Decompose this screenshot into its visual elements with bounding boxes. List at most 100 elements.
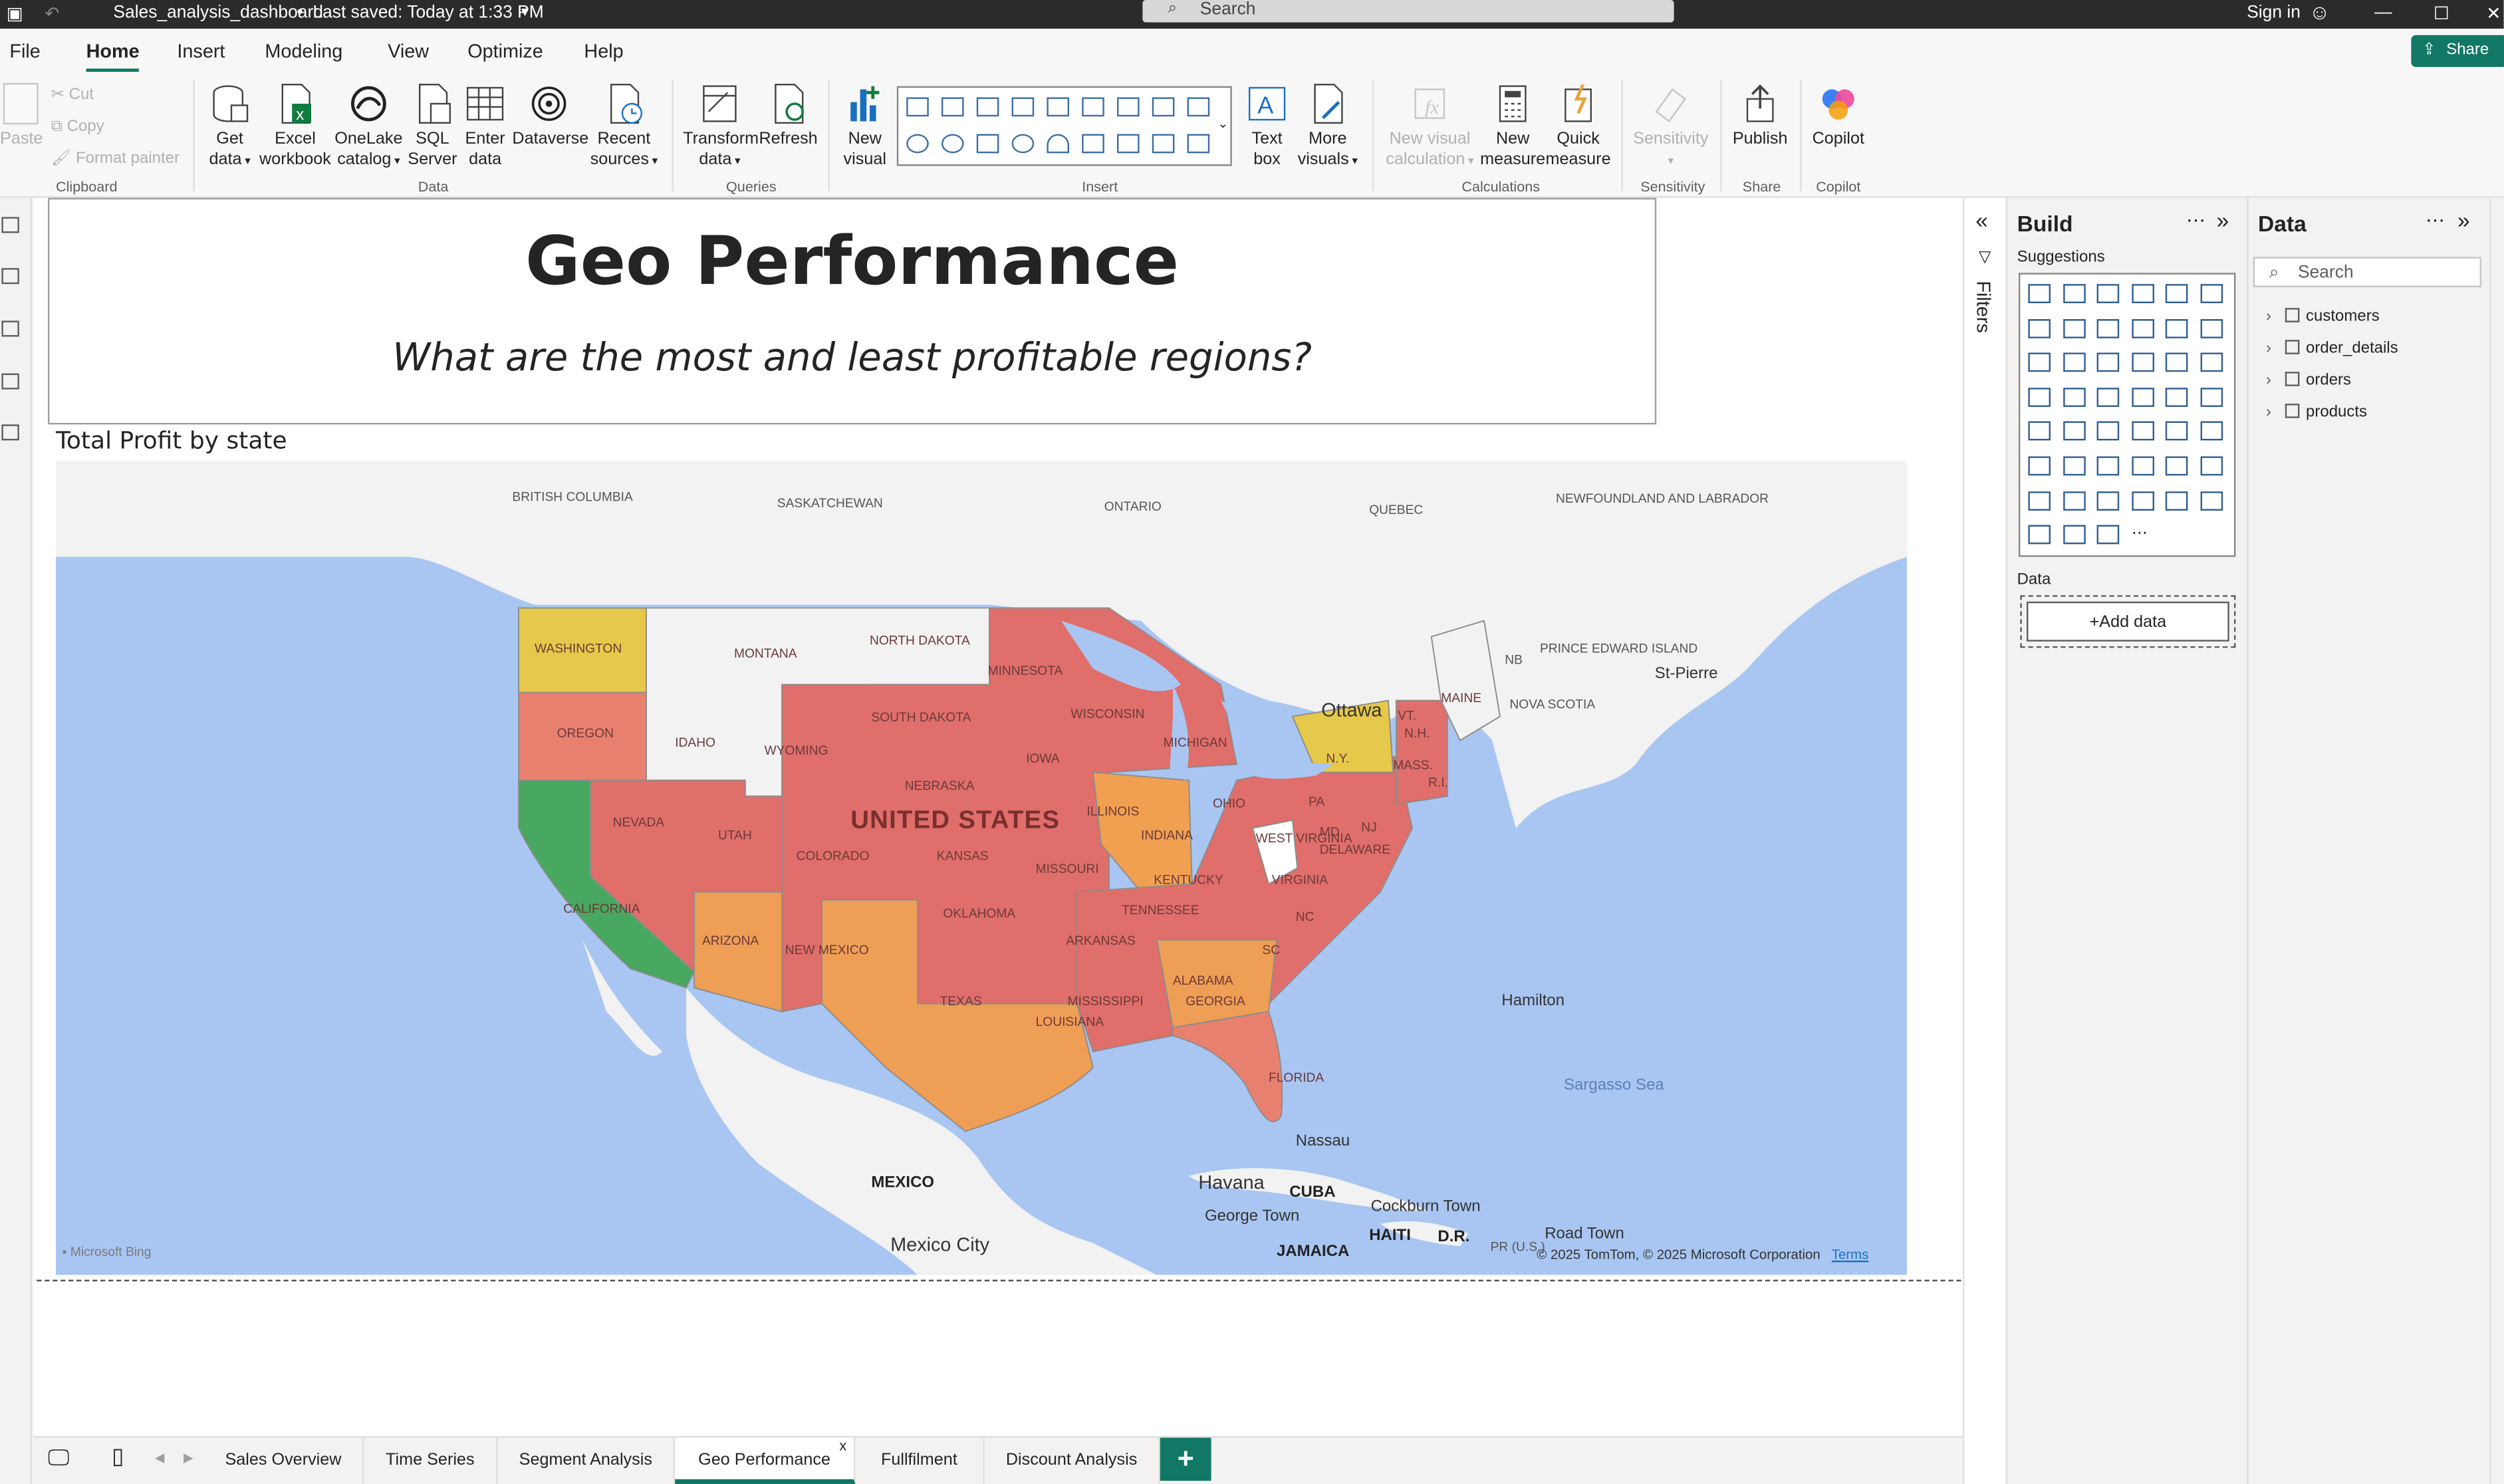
- visual-type-icon[interactable]: [2131, 387, 2154, 407]
- visual-type-icon[interactable]: [2200, 284, 2223, 304]
- visual-type-icon[interactable]: [2166, 318, 2189, 338]
- visual-type-icon[interactable]: [2097, 387, 2120, 407]
- visual-type-icon[interactable]: [2097, 491, 2120, 511]
- visual-type-icon[interactable]: [2200, 422, 2223, 441]
- sensitivity-button[interactable]: Sensitivity ▾: [1631, 83, 1711, 172]
- table-visual-icon[interactable]: [1152, 134, 1175, 154]
- visual-type-icon[interactable]: [2097, 525, 2120, 545]
- visual-type-icon[interactable]: [2028, 422, 2051, 441]
- visual-type-icon[interactable]: [2028, 352, 2051, 372]
- table-view-icon[interactable]: [1, 268, 19, 285]
- excel-workbook-button[interactable]: x Excel workbook: [259, 83, 332, 171]
- collapse-data-icon[interactable]: »: [2457, 207, 2470, 233]
- visual-type-icon[interactable]: [2166, 352, 2189, 372]
- clustered-column-icon[interactable]: [1011, 97, 1035, 117]
- visual-type-icon[interactable]: [2166, 491, 2189, 511]
- visual-type-icon[interactable]: [2028, 525, 2051, 545]
- visual-type-icon[interactable]: [2131, 284, 2154, 304]
- visual-type-icon[interactable]: [2166, 422, 2189, 441]
- new-visual-button[interactable]: New visual: [838, 83, 892, 171]
- onelake-catalog-button[interactable]: OneLake catalog ▾: [334, 83, 404, 172]
- copilot-button[interactable]: Copilot: [1808, 83, 1868, 150]
- close-icon[interactable]: ✕: [2486, 3, 2501, 24]
- transform-data-button[interactable]: Transform data ▾: [683, 83, 759, 172]
- clustered-bar-icon[interactable]: [976, 97, 999, 117]
- visual-type-icon[interactable]: [2028, 318, 2051, 338]
- visual-type-icon[interactable]: [2063, 387, 2085, 407]
- visual-type-icon[interactable]: [2063, 352, 2085, 372]
- visual-type-icon[interactable]: [2131, 422, 2154, 441]
- refresh-button[interactable]: Refresh: [758, 83, 818, 150]
- sql-server-button[interactable]: SQL Server: [407, 83, 458, 171]
- visual-type-icon[interactable]: [2131, 491, 2154, 511]
- menu-modeling[interactable]: Modeling: [265, 40, 342, 62]
- share-button[interactable]: ⇪ Share: [2411, 35, 2504, 67]
- chevron-right-icon[interactable]: ›: [2266, 404, 2282, 421]
- page-tab[interactable]: Geo Performance: [675, 1437, 856, 1484]
- stacked-area-icon[interactable]: [1187, 97, 1210, 117]
- close-tab-icon[interactable]: x: [839, 1437, 846, 1453]
- data-table-item[interactable]: › orders: [2266, 372, 2351, 390]
- 100-bar-icon[interactable]: [1047, 97, 1070, 117]
- filters-label[interactable]: Filters: [1972, 281, 1995, 332]
- visual-type-icon[interactable]: [2063, 456, 2085, 476]
- enter-data-button[interactable]: Enter data: [459, 83, 511, 171]
- visual-type-icon[interactable]: [2028, 284, 2051, 304]
- visualization-gallery[interactable]: ⌄: [896, 86, 1232, 166]
- chevron-right-icon[interactable]: ›: [2266, 372, 2282, 389]
- dax-query-view-icon[interactable]: [1, 373, 19, 390]
- matrix-icon[interactable]: [1187, 134, 1210, 154]
- visual-type-icon[interactable]: [2200, 352, 2223, 372]
- map-svg[interactable]: [56, 461, 1907, 1275]
- gallery-expand-icon[interactable]: ⌄: [1217, 116, 1228, 131]
- copy-button[interactable]: ⧉ Copy: [51, 118, 104, 136]
- line-chart-icon[interactable]: [1117, 97, 1140, 117]
- 100-column-icon[interactable]: [1082, 97, 1104, 117]
- menu-optimize[interactable]: Optimize: [467, 40, 543, 62]
- visual-type-icon[interactable]: [2063, 525, 2085, 545]
- page-tab[interactable]: Discount Analysis: [985, 1437, 1160, 1484]
- visual-suggestions-grid[interactable]: ⋯: [2019, 273, 2236, 557]
- visual-type-icon[interactable]: [2063, 318, 2085, 338]
- more-visuals-button[interactable]: More visuals ▾: [1293, 83, 1363, 172]
- visual-type-icon[interactable]: [2028, 491, 2051, 511]
- chevron-right-icon[interactable]: ›: [2266, 340, 2282, 357]
- card-icon[interactable]: [1082, 134, 1104, 154]
- chevron-right-icon[interactable]: ›: [2266, 308, 2282, 325]
- donut-chart-icon[interactable]: [941, 134, 964, 154]
- menu-home[interactable]: Home: [86, 40, 140, 72]
- visual-type-icon[interactable]: [2166, 387, 2189, 407]
- stacked-bar-icon[interactable]: [906, 97, 929, 117]
- tmdl-view-icon[interactable]: [1, 424, 19, 441]
- global-search[interactable]: ⌕ Search: [1142, 0, 1674, 23]
- file-name[interactable]: Sales_analysis_dashboard: [113, 3, 323, 23]
- undo-icon[interactable]: ↶: [45, 3, 59, 24]
- sign-in-link[interactable]: Sign in: [2247, 3, 2301, 23]
- get-data-button[interactable]: Get data ▾: [203, 83, 257, 172]
- prev-page-icon[interactable]: ◀: [155, 1451, 165, 1465]
- gauge-icon[interactable]: [1047, 134, 1070, 154]
- menu-view[interactable]: View: [388, 40, 429, 62]
- more-visuals-icon[interactable]: ⋯: [2132, 525, 2154, 545]
- format-painter-button[interactable]: 🖌 Format painter: [51, 150, 180, 168]
- report-view-icon[interactable]: [1, 217, 19, 233]
- add-page-button[interactable]: +: [1160, 1437, 1211, 1481]
- visual-type-icon[interactable]: [2028, 387, 2051, 407]
- visual-type-icon[interactable]: [2200, 318, 2223, 338]
- visual-type-icon[interactable]: [2097, 422, 2120, 441]
- treemap-icon[interactable]: [976, 134, 999, 154]
- model-view-icon[interactable]: [1, 320, 19, 337]
- visual-type-icon[interactable]: [2097, 284, 2120, 304]
- new-visual-calculation-button[interactable]: fx New visual calculation ▾: [1385, 83, 1474, 172]
- new-measure-button[interactable]: New measure: [1477, 83, 1548, 171]
- visual-type-icon[interactable]: [2131, 456, 2154, 476]
- visual-type-icon[interactable]: [2063, 422, 2085, 441]
- pie-chart-icon[interactable]: [906, 134, 929, 154]
- visual-type-icon[interactable]: [2131, 352, 2154, 372]
- next-page-icon[interactable]: ▶: [184, 1451, 193, 1465]
- data-table-item[interactable]: › customers: [2266, 308, 2380, 326]
- map-icon[interactable]: [1011, 134, 1035, 154]
- filters-pane-collapsed[interactable]: [1963, 197, 2006, 1484]
- menu-file[interactable]: File: [9, 40, 40, 62]
- data-table-item[interactable]: › products: [2266, 404, 2367, 422]
